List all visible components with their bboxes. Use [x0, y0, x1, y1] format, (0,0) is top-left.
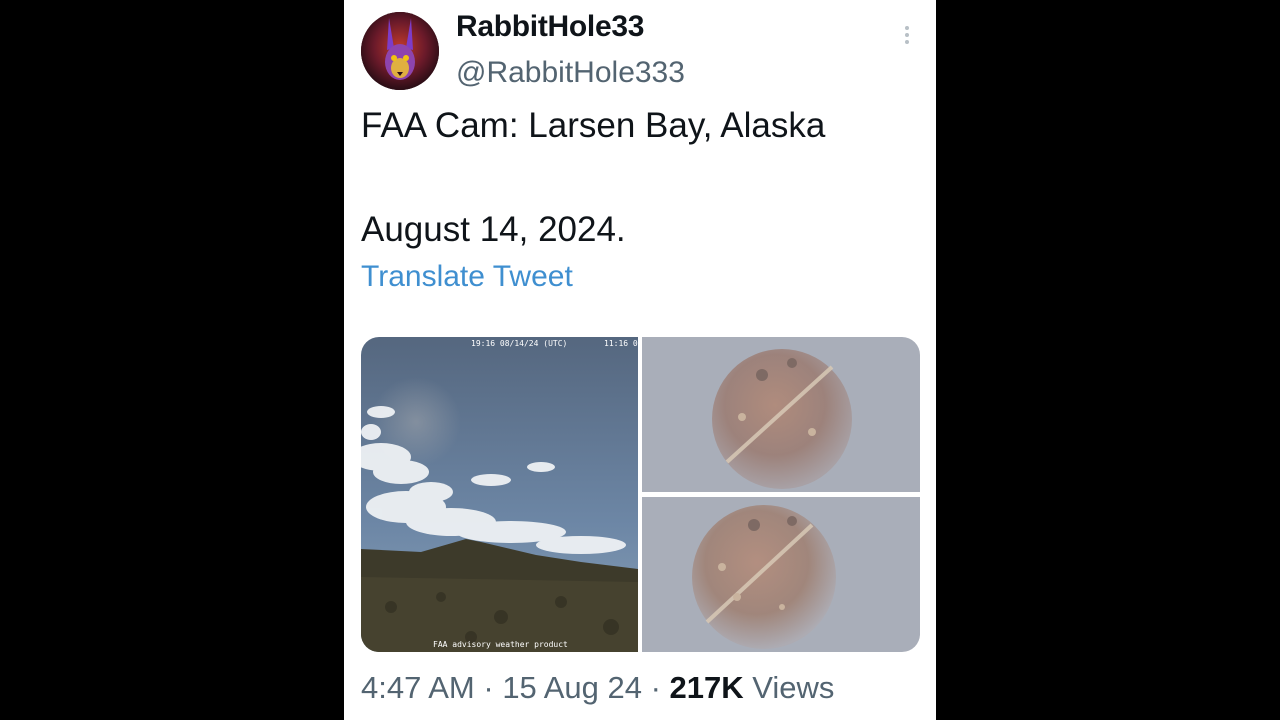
- avatar[interactable]: [361, 12, 439, 90]
- media-image-zoom-1[interactable]: [642, 337, 920, 492]
- views-count: 217K: [669, 670, 744, 705]
- media-image-webcam[interactable]: 19:16 08/14/24 (UTC) 11:16 0 FAA advisor…: [361, 337, 638, 652]
- media-grid: 19:16 08/14/24 (UTC) 11:16 0 FAA advisor…: [361, 337, 920, 652]
- more-options-button[interactable]: [892, 20, 922, 50]
- meta-separator: ·: [641, 670, 670, 705]
- webcam-photo: [361, 337, 638, 652]
- camera-caption: FAA advisory weather product: [433, 640, 568, 649]
- camera-timestamp: 19:16 08/14/24 (UTC): [471, 339, 568, 348]
- tweet-card: RabbitHole33 @RabbitHole333 FAA Cam: Lar…: [344, 0, 936, 720]
- user-handle[interactable]: @RabbitHole333: [456, 56, 685, 90]
- display-name[interactable]: RabbitHole33: [456, 10, 644, 44]
- more-vertical-icon: [905, 26, 909, 44]
- media-image-zoom-2[interactable]: [642, 497, 920, 652]
- translate-tweet-link[interactable]: Translate Tweet: [361, 260, 573, 294]
- camera-timestamp-secondary: 11:16 0: [604, 339, 638, 348]
- zoomed-object-photo-1: [642, 337, 920, 492]
- meta-separator: ·: [474, 670, 503, 705]
- views-label: Views: [743, 670, 835, 705]
- rabbit-avatar-icon: [361, 12, 439, 90]
- zoomed-object-photo-2: [642, 497, 920, 652]
- tweet-meta: 4:47 AM · 15 Aug 24 · 217K Views: [361, 670, 834, 706]
- tweet-date[interactable]: 15 Aug 24: [502, 670, 642, 705]
- tweet-time[interactable]: 4:47 AM: [361, 670, 475, 705]
- tweet-text: FAA Cam: Larsen Bay, Alaska August 14, 2…: [361, 106, 826, 249]
